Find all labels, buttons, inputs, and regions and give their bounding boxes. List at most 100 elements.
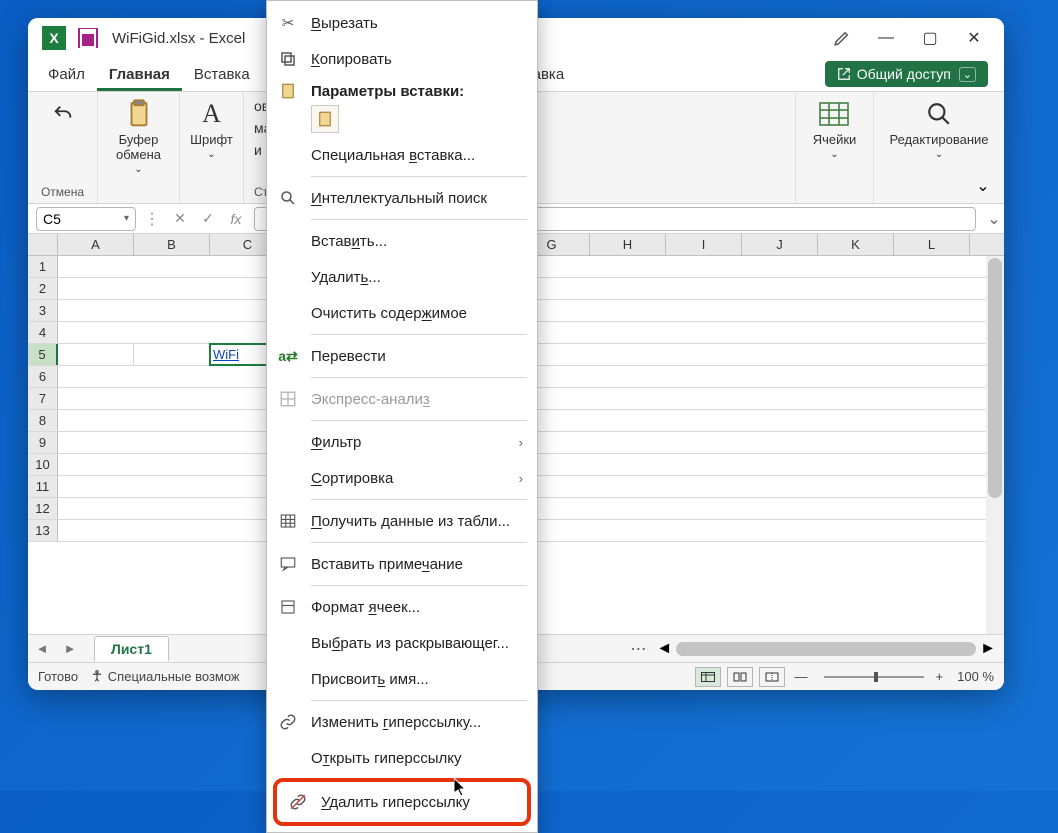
ribbon-collapse-button[interactable]: ⌄ [972,177,994,195]
highlighted-item: Удалить гиперссылку [273,778,531,826]
row-header[interactable]: 1 [28,256,58,277]
scissors-icon: ✂ [277,12,299,34]
row-header[interactable]: 12 [28,498,58,519]
col-header[interactable]: K [818,234,894,255]
ctx-quick-analysis: Экспресс-анализ [267,381,537,417]
ctx-remove-hyperlink[interactable]: Удалить гиперссылку [277,782,527,822]
comment-icon [277,553,299,575]
ctx-filter[interactable]: Фильтр› [267,424,537,460]
context-menu: ✂Вырезать Копировать Параметры вставки: … [266,0,538,833]
confirm-edit-button[interactable]: ✓ [198,209,218,229]
maximize-button[interactable]: ▢ [908,22,952,54]
view-pagebreak-button[interactable] [759,667,785,687]
row-header[interactable]: 10 [28,454,58,475]
tab-file[interactable]: Файл [36,60,97,91]
status-ready: Готово [38,669,78,684]
view-layout-button[interactable] [727,667,753,687]
ctx-format-cells[interactable]: Формат ячеек... [267,589,537,625]
ctx-delete[interactable]: Удалить... [267,259,537,295]
select-all-corner[interactable] [28,234,58,255]
tab-insert[interactable]: Вставка [182,60,262,91]
paintbrush-icon[interactable] [820,22,864,54]
row-header[interactable]: 7 [28,388,58,409]
close-button[interactable]: ✕ [952,22,996,54]
ctx-open-hyperlink[interactable]: Открыть гиперссылку [267,740,537,776]
row-header[interactable]: 5 [28,344,58,365]
ribbon-group-font: A Шрифт ⌄ [180,92,244,203]
row-header[interactable]: 2 [28,278,58,299]
chevron-right-icon: › [519,471,523,486]
ribbon-group-clipboard: Буфер обмена ⌄ [98,92,180,203]
formula-expand-button[interactable]: ⌄ [984,209,1004,229]
chevron-down-icon[interactable]: ▾ [124,213,129,224]
name-box[interactable]: C5 ▾ [36,207,136,231]
translate-icon: а⇄ [277,345,299,367]
app-name: Excel [209,30,246,47]
zoom-slider[interactable] [824,676,924,678]
ctx-paste-special[interactable]: Специальная вставка... [267,137,537,173]
font-button[interactable]: A Шрифт ⌄ [190,98,233,160]
accessibility-status[interactable]: Специальные возмож [90,669,239,684]
editing-button[interactable]: Редактирование ⌄ [889,98,988,160]
cell[interactable] [58,344,134,365]
ctx-smart-lookup[interactable]: Интеллектуальный поиск [267,180,537,216]
col-header[interactable]: A [58,234,134,255]
ctx-insert[interactable]: Вставить... [267,223,537,259]
row-header[interactable]: 4 [28,322,58,343]
tab-home[interactable]: Главная [97,60,182,91]
ctx-pick-dropdown[interactable]: Выбрать из раскрывающег... [267,625,537,661]
ribbon-group-cells: Ячейки ⌄ [796,92,874,203]
col-header[interactable]: I [666,234,742,255]
ctx-insert-comment[interactable]: Вставить примечание [267,546,537,582]
paste-button[interactable]: Буфер обмена ⌄ [116,98,161,175]
share-button[interactable]: Общий доступ ⌄ [825,61,988,87]
fx-button[interactable]: fx [226,209,246,229]
ctx-edit-hyperlink[interactable]: Изменить гиперссылку... [267,704,537,740]
minimize-button[interactable]: — [864,22,908,54]
vertical-scrollbar[interactable] [986,256,1004,634]
excel-app-icon: X [42,26,66,50]
col-header[interactable]: L [894,234,970,255]
ctx-get-table-data[interactable]: Получить данные из табли... [267,503,537,539]
col-header[interactable]: B [134,234,210,255]
formula-buttons: ✕ ✓ fx [170,209,246,229]
ctx-translate[interactable]: а⇄Перевести [267,338,537,374]
ctx-define-name[interactable]: Присвоить имя... [267,661,537,697]
zoom-level[interactable]: 100 % [957,669,994,684]
table-icon [277,510,299,532]
ctx-cut[interactable]: ✂Вырезать [267,5,537,41]
sheet-tab[interactable]: Лист1 [94,636,169,661]
horizontal-scrollbar[interactable]: ◄► [656,640,996,658]
ctx-copy[interactable]: Копировать [267,41,537,77]
row-header[interactable]: 6 [28,366,58,387]
view-normal-button[interactable] [695,667,721,687]
tab-nav-right[interactable]: ► [56,641,84,656]
paste-option-default[interactable] [311,105,339,133]
row-header[interactable]: 11 [28,476,58,497]
row-header[interactable]: 9 [28,432,58,453]
link-remove-icon [287,791,309,813]
row-header[interactable]: 13 [28,520,58,541]
cursor-icon [454,778,470,798]
ctx-paste-options [267,105,537,137]
ctx-clear[interactable]: Очистить содержимое [267,295,537,331]
ctx-sort[interactable]: Сортировка› [267,460,537,496]
window-controls: — ▢ ✕ [864,22,996,54]
ctx-paste-options-header: Параметры вставки: [267,77,537,105]
save-icon[interactable] [78,28,98,48]
col-header[interactable]: J [742,234,818,255]
tab-nav-left[interactable]: ◄ [28,641,56,656]
format-icon [277,596,299,618]
undo-button[interactable] [47,98,79,130]
analysis-icon [277,388,299,410]
cells-button[interactable]: Ячейки ⌄ [813,98,857,160]
chevron-right-icon: › [519,435,523,450]
row-header[interactable]: 8 [28,410,58,431]
filename: WiFiGid.xlsx [112,30,195,47]
cancel-edit-button[interactable]: ✕ [170,209,190,229]
cell[interactable] [134,344,210,365]
search-icon [277,187,299,209]
col-header[interactable]: H [590,234,666,255]
row-header[interactable]: 3 [28,300,58,321]
tab-options-button[interactable]: ⋯ [630,639,646,659]
